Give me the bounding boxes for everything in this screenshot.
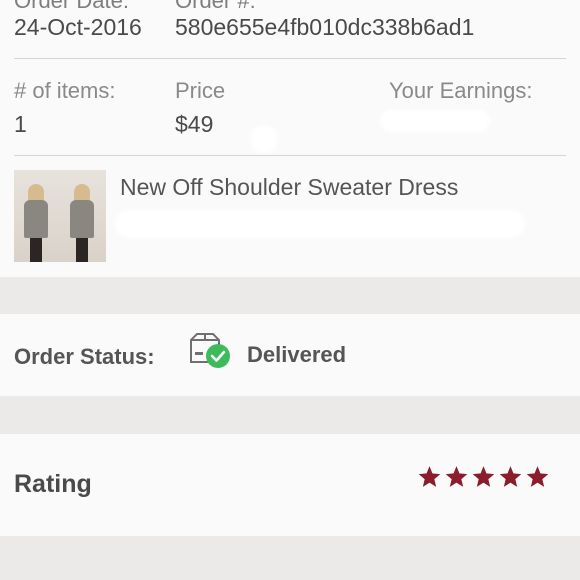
price-label: Price [175, 78, 226, 103]
order-number-label: Order #: [175, 0, 256, 13]
star-icon[interactable] [472, 466, 495, 488]
product-title[interactable]: New Off Shoulder Sweater Dress [120, 174, 458, 201]
earnings-redacted [380, 110, 490, 132]
star-icon[interactable] [526, 466, 549, 488]
price-value: $49 [175, 111, 214, 137]
order-date-label: Order Date: [14, 0, 129, 13]
earnings-label: Your Earnings: [389, 78, 533, 103]
divider [14, 155, 566, 156]
items-label: # of items: [14, 78, 116, 103]
order-status-card: Order Status: Delivered [0, 314, 580, 396]
order-status-value: Delivered [247, 342, 347, 367]
order-status-label: Order Status: [14, 344, 155, 369]
star-icon[interactable] [418, 466, 441, 488]
order-date-value: 24-Oct-2016 [14, 14, 142, 40]
order-number-value: 580e655e4fb010dc338b6ad1 [175, 14, 475, 40]
divider [14, 58, 566, 59]
star-icon[interactable] [445, 466, 468, 488]
model-figure [22, 184, 50, 262]
rating-label: Rating [14, 470, 92, 498]
model-figure [68, 184, 96, 262]
product-details-redacted [115, 210, 525, 238]
redacted-mark [250, 125, 278, 153]
order-details-card: Order Date: Order #: 24-Oct-2016 580e655… [0, 0, 580, 277]
star-icon[interactable] [499, 466, 522, 488]
package-delivered-icon [190, 333, 230, 368]
items-value: 1 [14, 111, 27, 137]
product-thumbnail[interactable] [14, 170, 106, 262]
